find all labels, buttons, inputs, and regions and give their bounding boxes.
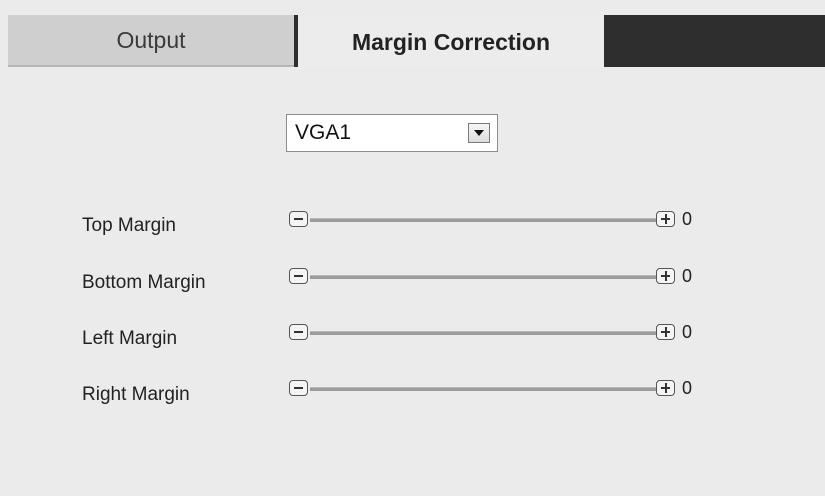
right-margin-decrease-button[interactable] — [289, 380, 308, 396]
tab-output[interactable]: Output — [8, 15, 294, 67]
top-margin-label: Top Margin — [82, 215, 176, 236]
bottom-margin-increase-button[interactable] — [656, 268, 675, 284]
left-margin-slider[interactable] — [310, 331, 656, 335]
dropdown-arrow-icon[interactable] — [468, 123, 490, 143]
right-margin-increase-button[interactable] — [656, 380, 675, 396]
bottom-margin-label: Bottom Margin — [82, 272, 206, 293]
margin-correction-window: Output Margin Correction VGA1 Top Margin… — [0, 0, 825, 496]
top-margin-value: 0 — [682, 209, 693, 229]
tab-margin-correction-label: Margin Correction — [351, 28, 551, 55]
source-select[interactable]: VGA1 — [286, 114, 498, 152]
top-margin-increase-button[interactable] — [656, 211, 675, 227]
bottom-margin-decrease-button[interactable] — [289, 268, 308, 284]
top-margin-decrease-button[interactable] — [289, 211, 308, 227]
source-select-value: VGA1 — [295, 121, 352, 144]
tab-output-label: Output — [116, 26, 186, 53]
right-margin-value: 0 — [682, 378, 693, 398]
top-margin-slider[interactable] — [310, 218, 656, 222]
left-margin-value: 0 — [682, 322, 693, 342]
left-margin-increase-button[interactable] — [656, 324, 675, 340]
right-margin-slider[interactable] — [310, 387, 656, 391]
left-margin-label: Left Margin — [82, 328, 178, 349]
tab-bar: Output Margin Correction — [8, 15, 825, 69]
bottom-margin-value: 0 — [682, 266, 693, 286]
bottom-margin-slider[interactable] — [310, 275, 656, 279]
right-margin-label: Right Margin — [82, 384, 190, 405]
tab-margin-correction[interactable]: Margin Correction — [298, 15, 604, 69]
left-margin-decrease-button[interactable] — [289, 324, 308, 340]
